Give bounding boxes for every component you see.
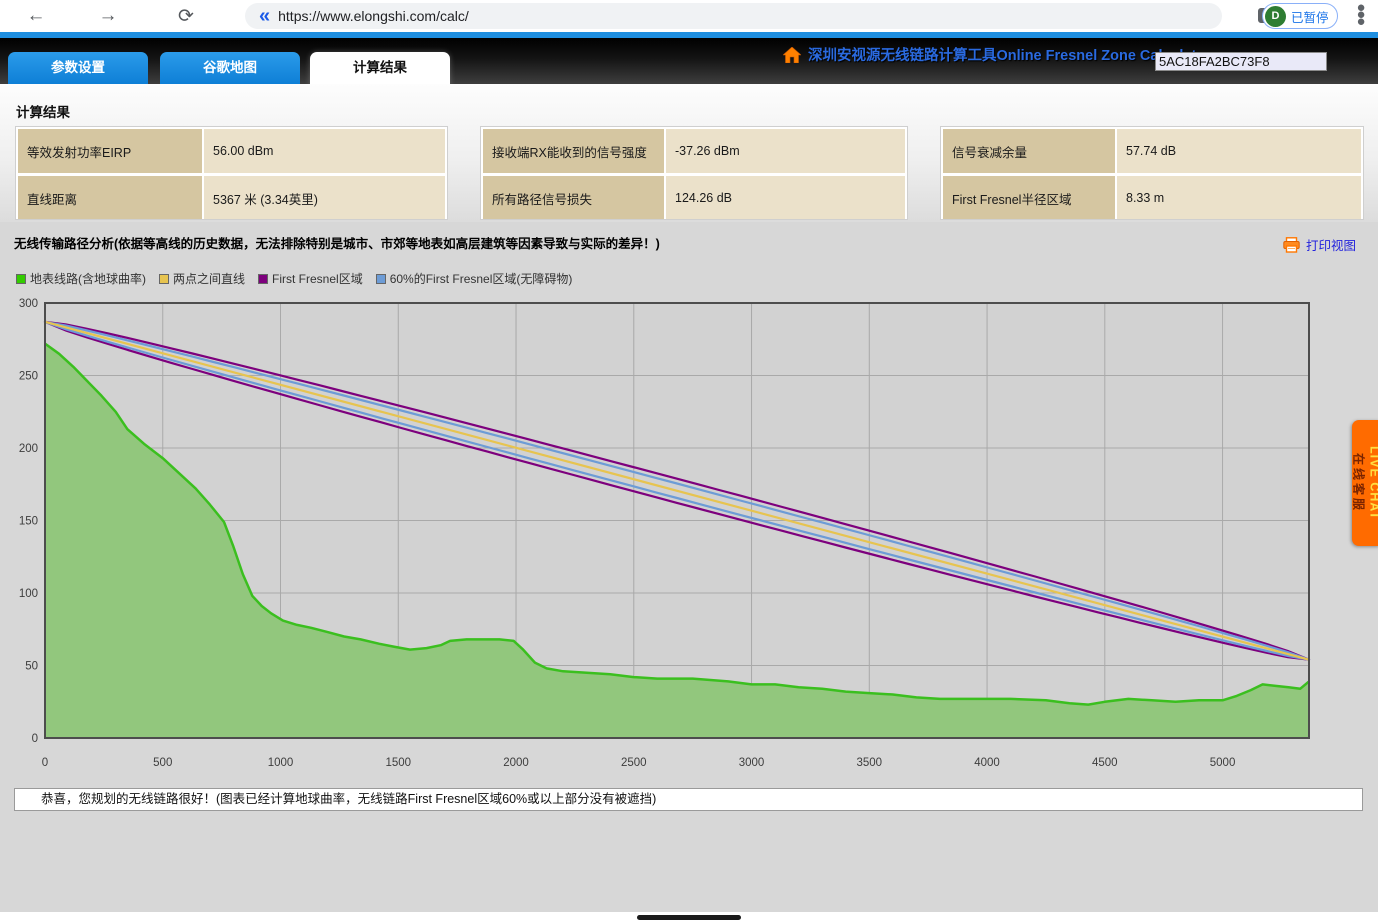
results-section: 计算结果 等效发射功率EIRP 56.00 dBm 直线距离 5367 米 (3… bbox=[0, 84, 1378, 222]
home-icon[interactable] bbox=[783, 47, 801, 63]
legend-label: 地表线路(含地球曲率) bbox=[30, 270, 146, 287]
legend-label: 两点之间直线 bbox=[173, 270, 245, 287]
svg-text:500: 500 bbox=[153, 757, 172, 769]
page-title: 深圳安视源无线链路计算工具Online Fresnel Zone Calcula… bbox=[808, 44, 1211, 65]
legend-label: First Fresnel区域 bbox=[272, 270, 363, 287]
svg-text:200: 200 bbox=[19, 443, 38, 455]
svg-text:1500: 1500 bbox=[385, 757, 411, 769]
svg-text:0: 0 bbox=[32, 733, 38, 745]
print-view-label: 打印视图 bbox=[1306, 235, 1356, 254]
svg-text:4000: 4000 bbox=[974, 757, 1000, 769]
legend-item: 60%的First Fresnel区域(无障碍物) bbox=[376, 270, 573, 287]
result-label: 直线距离 bbox=[18, 176, 202, 220]
result-label: 等效发射功率EIRP bbox=[18, 129, 202, 173]
tab-google-map[interactable]: 谷歌地图 bbox=[160, 52, 300, 84]
path-profile-chart: 0501001502002503000500100015002000250030… bbox=[0, 288, 1330, 780]
result-value: 57.74 dB bbox=[1117, 129, 1361, 173]
legend-swatch bbox=[16, 274, 26, 284]
site-favicon-icon: « bbox=[259, 6, 270, 26]
legend-item: First Fresnel区域 bbox=[258, 270, 363, 287]
svg-text:3500: 3500 bbox=[856, 757, 882, 769]
forward-icon[interactable]: → bbox=[94, 2, 122, 30]
browser-chrome: ← → ⟳ « D 已暂停 ●●● bbox=[0, 0, 1378, 32]
chart-section: 无线传输路径分析(依据等高线的历史数据，无法排除特别是城市、市郊等地表如高层建筑… bbox=[0, 222, 1378, 912]
legend-item: 地表线路(含地球曲率) bbox=[16, 270, 146, 287]
svg-text:4500: 4500 bbox=[1092, 757, 1118, 769]
analysis-note: 无线传输路径分析(依据等高线的历史数据，无法排除特别是城市、市郊等地表如高层建筑… bbox=[14, 233, 660, 252]
reload-icon[interactable]: ⟳ bbox=[172, 2, 200, 30]
more-menu-icon[interactable]: ●●● bbox=[1352, 4, 1370, 28]
result-value: 56.00 dBm bbox=[204, 129, 445, 173]
tab-results[interactable]: 计算结果 bbox=[310, 52, 450, 86]
legend-item: 两点之间直线 bbox=[159, 270, 245, 287]
profile-status-label: 已暂停 bbox=[1291, 7, 1329, 26]
url-input[interactable] bbox=[278, 8, 1158, 24]
results-group-3: 信号衰减余量 57.74 dB First Fresnel半径区域 8.33 m bbox=[941, 127, 1363, 219]
tab-params[interactable]: 参数设置 bbox=[8, 52, 148, 84]
result-value: 8.33 m bbox=[1117, 176, 1361, 220]
profile-chip[interactable]: D 已暂停 bbox=[1262, 3, 1338, 29]
print-view-link[interactable]: 打印视图 bbox=[1283, 235, 1356, 254]
serial-input[interactable] bbox=[1155, 52, 1327, 71]
svg-text:150: 150 bbox=[19, 516, 38, 528]
live-chat-tab[interactable]: 在线客服 LIVE CHAT bbox=[1352, 420, 1378, 546]
svg-text:100: 100 bbox=[19, 588, 38, 600]
svg-text:50: 50 bbox=[25, 661, 38, 673]
live-chat-label-cn: 在线客服 bbox=[1351, 453, 1368, 513]
svg-text:2500: 2500 bbox=[621, 757, 647, 769]
results-group-2: 接收端RX能收到的信号强度 -37.26 dBm 所有路径信号损失 124.26… bbox=[481, 127, 907, 219]
legend-swatch bbox=[258, 274, 268, 284]
result-label: 所有路径信号损失 bbox=[483, 176, 664, 220]
result-label: 信号衰减余量 bbox=[943, 129, 1115, 173]
legend-swatch bbox=[159, 274, 169, 284]
results-section-title: 计算结果 bbox=[16, 101, 70, 121]
svg-text:1000: 1000 bbox=[268, 757, 294, 769]
status-message-bar: 恭喜，您规划的无线链路很好！(图表已经计算地球曲率，无线链路First Fres… bbox=[14, 788, 1363, 811]
result-label: First Fresnel半径区域 bbox=[943, 176, 1115, 220]
result-label: 接收端RX能收到的信号强度 bbox=[483, 129, 664, 173]
back-icon[interactable]: ← bbox=[22, 2, 50, 30]
taskbar-handle bbox=[637, 915, 741, 920]
legend-swatch bbox=[376, 274, 386, 284]
results-group-1: 等效发射功率EIRP 56.00 dBm 直线距离 5367 米 (3.34英里… bbox=[16, 127, 447, 219]
avatar: D bbox=[1265, 6, 1286, 27]
url-bar[interactable]: « bbox=[245, 3, 1222, 29]
result-value: 5367 米 (3.34英里) bbox=[204, 176, 445, 220]
result-value: -37.26 dBm bbox=[666, 129, 905, 173]
svg-text:5000: 5000 bbox=[1210, 757, 1236, 769]
svg-text:300: 300 bbox=[19, 298, 38, 310]
svg-text:3000: 3000 bbox=[739, 757, 765, 769]
svg-text:0: 0 bbox=[42, 757, 48, 769]
live-chat-label-en: LIVE CHAT bbox=[1368, 446, 1378, 520]
results-grid: 等效发射功率EIRP 56.00 dBm 直线距离 5367 米 (3.34英里… bbox=[16, 127, 1357, 219]
chart-legend: 地表线路(含地球曲率) 两点之间直线 First Fresnel区域 60%的F… bbox=[16, 270, 585, 287]
svg-text:2000: 2000 bbox=[503, 757, 529, 769]
app-title-row: 深圳安视源无线链路计算工具Online Fresnel Zone Calcula… bbox=[783, 44, 1211, 65]
result-value: 124.26 dB bbox=[666, 176, 905, 220]
legend-label: 60%的First Fresnel区域(无障碍物) bbox=[390, 270, 573, 287]
printer-icon bbox=[1283, 237, 1300, 253]
svg-text:250: 250 bbox=[19, 371, 38, 383]
